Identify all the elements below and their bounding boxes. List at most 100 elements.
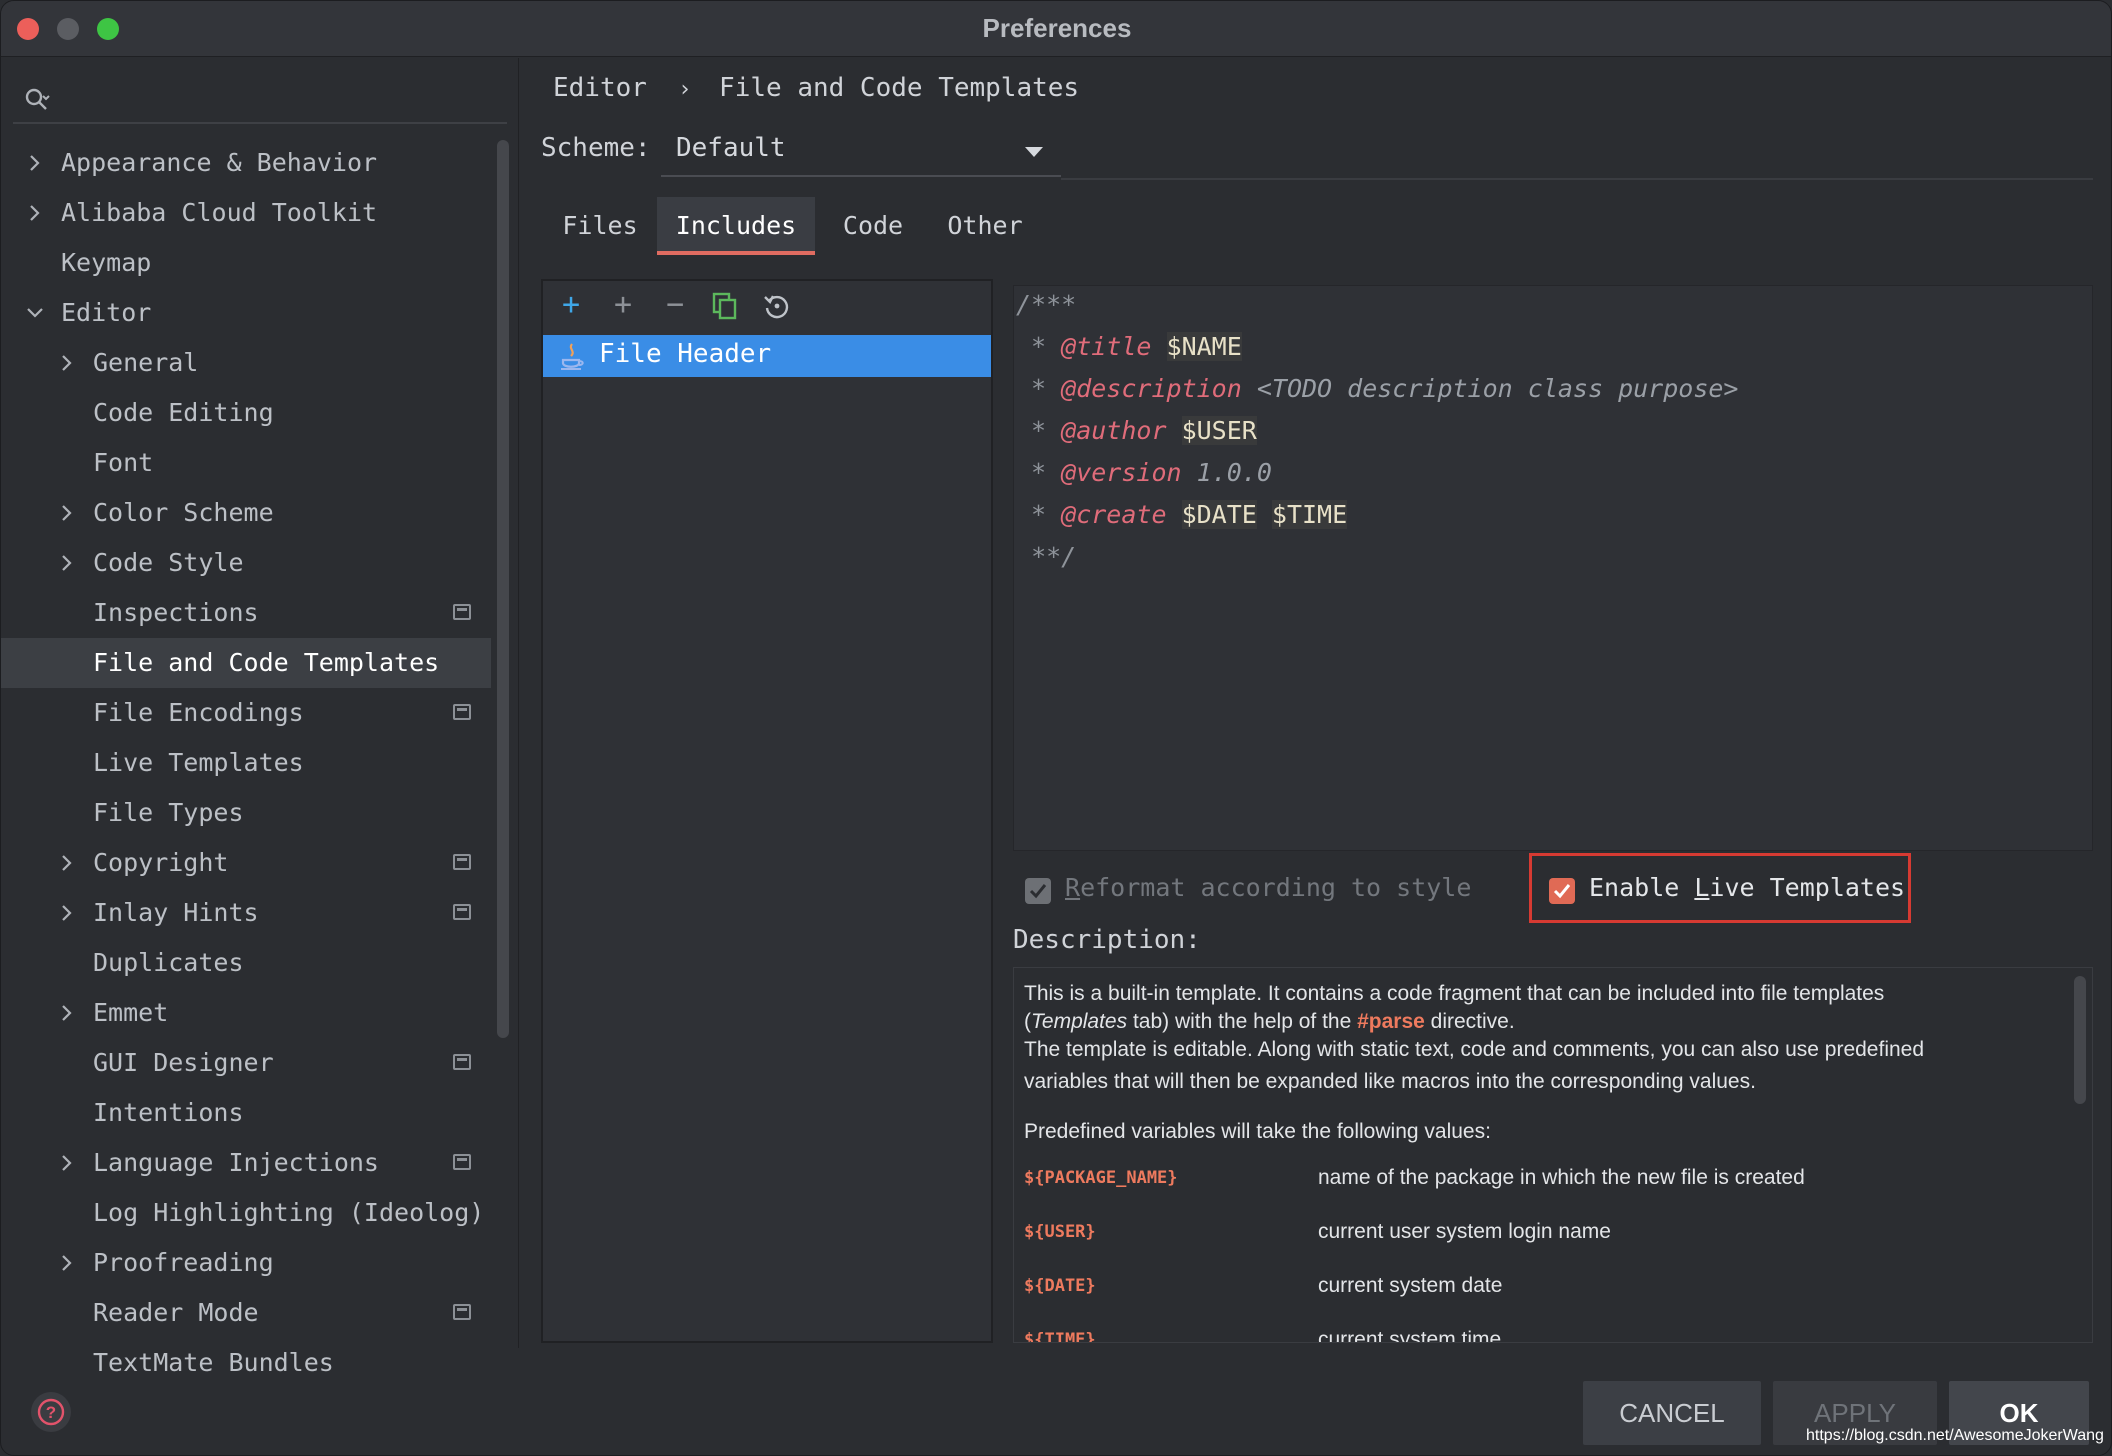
sidebar-item-proofreading[interactable]: Proofreading [1,1238,491,1288]
breadcrumb-separator: › [680,77,690,102]
sidebar-item-label: Language Injections [93,1148,379,1177]
chevron-right-icon[interactable] [57,503,77,523]
description-text: The template is editable. Along with sta… [1024,1038,1925,1061]
copy-icon[interactable] [711,292,739,320]
template-list-item[interactable]: File Header [543,335,991,377]
add-icon[interactable]: + [557,290,585,320]
sidebar-item-label: Duplicates [93,948,244,977]
cancel-button[interactable]: CANCEL [1583,1381,1761,1445]
chevron-down-icon[interactable] [25,303,45,323]
project-level-icon [453,1304,471,1320]
chevron-right-icon[interactable] [57,1153,77,1173]
breadcrumb-parent[interactable]: Editor [553,73,647,103]
template-variable: $DATE [1181,500,1257,529]
sidebar-item-live-templates[interactable]: Live Templates [1,738,491,788]
sidebar-scrollbar[interactable] [497,140,509,1038]
sidebar-item-label: Inlay Hints [93,898,259,927]
sidebar-item-label: GUI Designer [93,1048,274,1077]
reset-icon[interactable] [763,292,791,320]
description-scrollbar[interactable] [2074,976,2086,1104]
tab-other[interactable]: Other [931,197,1039,255]
variable-name: ${DATE} [1024,1276,1096,1296]
javadoc-tag: @description [1061,374,1242,403]
sidebar-item-label: Alibaba Cloud Toolkit [61,198,378,227]
sidebar-item-label: File Types [93,798,244,827]
project-level-icon [453,1154,471,1170]
sidebar-item-inlay-hints[interactable]: Inlay Hints [1,888,491,938]
tab-code[interactable]: Code [823,197,923,255]
reformat-label: Reformat according to style [1065,873,1472,902]
reformat-checkbox[interactable] [1025,878,1051,904]
live-templates-checkbox[interactable] [1549,878,1575,904]
scheme-dropdown[interactable]: Default [661,125,1061,177]
variable-description: current user system login name [1318,1220,1611,1243]
sidebar-item-font[interactable]: Font [1,438,491,488]
template-code-editor[interactable]: /*** * @title $NAME * @description <TODO… [1013,285,2093,851]
description-panel[interactable]: This is a built-in template. It contains… [1013,967,2093,1343]
sidebar-item-keymap[interactable]: Keymap [1,238,491,288]
description-text: Predefined variables will take the follo… [1024,1120,1491,1143]
sidebar-item-editor[interactable]: Editor [1,288,491,338]
project-level-icon [453,604,471,620]
sidebar-item-copyright[interactable]: Copyright [1,838,491,888]
sidebar-item-label: Color Scheme [93,498,274,527]
settings-search-input[interactable] [13,78,507,124]
preferences-window: Preferences Appearance & Behavior Alibaba… [0,0,2112,1456]
sidebar-item-appearance-behavior[interactable]: Appearance & Behavior [1,138,491,188]
javadoc-tag: @create [1061,500,1167,529]
code-line: **/ [1031,542,1077,571]
code-line: * @author $USER [1016,416,1257,445]
sidebar-item-inspections[interactable]: Inspections [1,588,491,638]
chevron-right-icon[interactable] [25,153,45,173]
sidebar-item-language-injections[interactable]: Language Injections [1,1138,491,1188]
template-list-panel: + + − File Header [541,279,993,1343]
sidebar-item-color-scheme[interactable]: Color Scheme [1,488,491,538]
template-variable: $NAME [1166,332,1242,361]
chevron-right-icon[interactable] [57,1253,77,1273]
sidebar-item-file-and-code-templates[interactable]: File and Code Templates [1,638,491,688]
chevron-right-icon[interactable] [57,1003,77,1023]
sidebar-item-reader-mode[interactable]: Reader Mode [1,1288,491,1338]
sidebar-item-gui-designer[interactable]: GUI Designer [1,1038,491,1088]
tab-label: Includes [675,211,797,240]
sidebar-item-code-editing[interactable]: Code Editing [1,388,491,438]
template-toolbar: + + − [543,281,991,331]
add-icon[interactable]: + [609,290,637,320]
chevron-right-icon[interactable] [57,553,77,573]
sidebar-item-code-style[interactable]: Code Style [1,538,491,588]
javadoc-tag: @author [1061,416,1167,445]
sidebar-item-duplicates[interactable]: Duplicates [1,938,491,988]
tab-files[interactable]: Files [541,197,659,255]
sidebar-item-file-types[interactable]: File Types [1,788,491,838]
sidebar-item-intentions[interactable]: Intentions [1,1088,491,1138]
sidebar-item-log-highlighting-ideolog[interactable]: Log Highlighting (Ideolog) [1,1188,491,1238]
sidebar-item-label: File and Code Templates [93,648,440,677]
tab-includes[interactable]: Includes [657,197,815,255]
sidebar-item-label: Log Highlighting (Ideolog) [93,1198,485,1227]
variable-name: ${USER} [1024,1222,1096,1242]
help-icon: ? [37,1398,65,1426]
sidebar-item-label: Code Editing [93,398,274,427]
sidebar-item-emmet[interactable]: Emmet [1,988,491,1038]
javadoc-tag: @title [1061,332,1152,361]
help-button[interactable]: ? [31,1392,71,1432]
sidebar-item-general[interactable]: General [1,338,491,388]
sidebar-item-textmate-bundles[interactable]: TextMate Bundles [1,1338,491,1388]
chevron-right-icon[interactable] [57,353,77,373]
sidebar-item-label: Keymap [61,248,152,277]
chevron-right-icon[interactable] [57,853,77,873]
sidebar-item-file-encodings[interactable]: File Encodings [1,688,491,738]
chevron-right-icon[interactable] [57,903,77,923]
variable-name: ${TIME} [1024,1330,1096,1343]
sidebar-item-label: Live Templates [93,748,304,777]
template-name: File Header [599,339,772,369]
java-icon [561,343,584,370]
search-icon [25,88,50,110]
variable-description: current system time [1318,1328,1502,1343]
tab-label: Other [947,211,1023,240]
parse-keyword: #parse [1357,1010,1425,1033]
sidebar-item-alibaba-cloud-toolkit[interactable]: Alibaba Cloud Toolkit [1,188,491,238]
remove-icon[interactable]: − [661,290,689,320]
chevron-right-icon[interactable] [25,203,45,223]
tab-label: Files [562,211,638,240]
